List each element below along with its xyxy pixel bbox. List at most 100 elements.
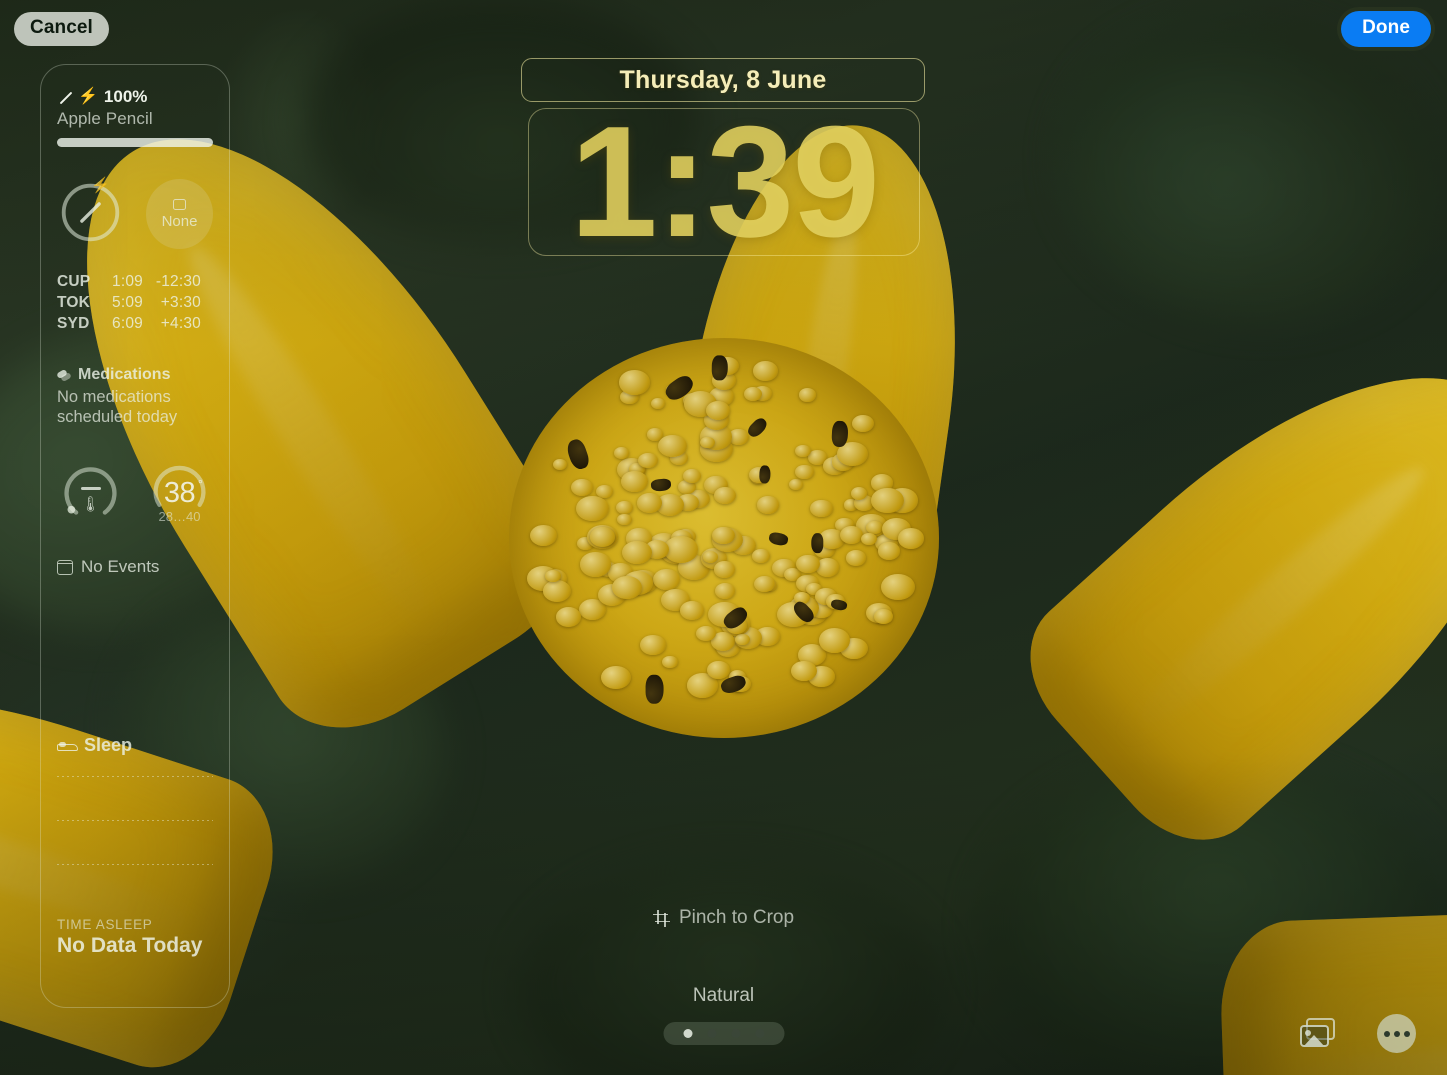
circle-widget-row: ⚡ None xyxy=(57,177,213,249)
flower-floret xyxy=(552,458,568,470)
world-clock-widget[interactable]: CUP 1:09 -12:30 TOK 5:09 +3:30 SYD 6:09 … xyxy=(57,271,213,334)
world-clock-row: TOK 5:09 +3:30 xyxy=(57,292,213,313)
flower-floret xyxy=(621,540,652,564)
temperature-gauge-widget[interactable]: 🌡 xyxy=(57,457,124,527)
blank-square-icon xyxy=(173,198,186,210)
flower-seed xyxy=(711,354,728,381)
clock-widget[interactable]: 1:39 xyxy=(528,103,920,261)
medications-title: Medications xyxy=(78,366,171,383)
widget-panel[interactable]: ⚡ 100% Apple Pencil ⚡ None CUP 1:09 -12:… xyxy=(40,64,230,1008)
flower-seed xyxy=(758,465,771,484)
flower-seed xyxy=(745,415,771,441)
flower-floret xyxy=(799,388,816,402)
flower-floret xyxy=(810,499,834,518)
flower-floret xyxy=(613,447,630,459)
none-widget[interactable]: None xyxy=(146,179,213,249)
city-offset: -12:30 xyxy=(155,273,201,290)
pills-icon xyxy=(57,370,72,381)
flower-floret xyxy=(616,500,634,515)
city-offset: +4:30 xyxy=(160,315,201,332)
flower-floret xyxy=(877,542,901,561)
city-offset: +3:30 xyxy=(160,294,201,311)
charging-bolt-icon: ⚡ xyxy=(91,177,110,194)
page-dot[interactable] xyxy=(683,1029,692,1038)
flower-floret xyxy=(705,401,731,421)
flower-floret xyxy=(881,573,915,600)
page-dot[interactable] xyxy=(731,1029,740,1038)
flower-floret xyxy=(788,478,804,490)
flower-seed xyxy=(645,674,664,705)
flower-floret xyxy=(873,609,893,625)
flower-floret xyxy=(861,532,878,546)
flower-floret xyxy=(658,434,688,458)
none-widget-label: None xyxy=(161,212,198,230)
medications-body: No medications scheduled today xyxy=(57,388,178,426)
sleep-title: Sleep xyxy=(84,735,133,755)
flower-floret xyxy=(756,496,780,514)
medications-widget[interactable]: Medications No medications scheduled tod… xyxy=(57,366,213,427)
flower-floret xyxy=(542,580,572,603)
flower-floret xyxy=(735,633,750,646)
city-time: 6:09 xyxy=(112,315,143,332)
flower-floret xyxy=(852,414,875,432)
sleep-gridline xyxy=(57,820,213,821)
flower-floret xyxy=(846,550,866,566)
flower-seed xyxy=(768,530,790,547)
style-page-dots[interactable] xyxy=(663,1022,784,1045)
flower-floret xyxy=(664,536,698,563)
gauge-widget-row: 🌡 38 ° 28…40 xyxy=(57,457,213,527)
pencil-icon xyxy=(57,90,72,105)
crop-icon xyxy=(652,909,670,927)
lock-screen-editor: Cancel Done Thursday, 8 June 1:39 ⚡ 100%… xyxy=(0,0,1447,1075)
wallpaper-style-name: Natural xyxy=(692,985,755,1006)
flower-floret xyxy=(791,661,817,682)
clock-time: 1:39 xyxy=(569,94,880,270)
flower-floret xyxy=(589,527,615,547)
flower-floret xyxy=(650,397,666,409)
calendar-widget[interactable]: No Events xyxy=(57,557,213,577)
calendar-label: No Events xyxy=(81,557,160,576)
page-dot[interactable] xyxy=(755,1029,764,1038)
sleep-gridline xyxy=(57,776,213,777)
battery-ring-widget[interactable]: ⚡ xyxy=(57,177,124,249)
flower-seed xyxy=(563,437,591,472)
thermometer-icon: 🌡 xyxy=(80,496,101,513)
more-options-button[interactable] xyxy=(1377,1014,1416,1053)
city-code: TOK xyxy=(57,294,91,311)
flower-floret xyxy=(679,600,705,620)
flower-floret xyxy=(850,487,868,501)
flower-seed xyxy=(810,533,824,554)
flower-floret xyxy=(638,452,659,469)
gauge-empty-value xyxy=(80,487,101,490)
flower-seed xyxy=(650,477,672,492)
done-button[interactable]: Done xyxy=(1341,11,1431,47)
apple-pencil-widget[interactable]: ⚡ 100% Apple Pencil xyxy=(57,87,213,147)
flower-floret xyxy=(794,464,814,480)
photo-stack-icon-front xyxy=(1300,1025,1329,1047)
flower-seed xyxy=(830,598,849,612)
calendar-icon xyxy=(57,559,73,575)
flower-floret xyxy=(612,576,643,600)
sleep-gridline xyxy=(57,864,213,865)
cancel-button[interactable]: Cancel xyxy=(14,12,109,46)
charging-bolt-icon: ⚡ xyxy=(78,88,98,105)
flower-floret xyxy=(529,524,558,547)
date-text: Thursday, 8 June xyxy=(619,65,827,94)
flower-floret xyxy=(620,471,648,493)
flower-petal xyxy=(998,296,1447,870)
aqi-gauge-widget[interactable]: 38 ° 28…40 xyxy=(146,457,213,527)
flower-floret xyxy=(753,361,778,381)
flower-floret xyxy=(707,661,730,680)
flower-floret xyxy=(700,436,715,449)
pinch-to-crop-label: Pinch to Crop xyxy=(678,907,795,928)
flower-floret xyxy=(617,514,632,526)
ellipsis-dot xyxy=(1393,1030,1400,1037)
flower-floret xyxy=(652,568,680,590)
page-dot[interactable] xyxy=(707,1029,716,1038)
sleep-stat-value: No Data Today xyxy=(57,934,203,957)
flower-floret xyxy=(695,625,717,642)
flower-floret xyxy=(819,628,851,653)
flower-floret xyxy=(571,479,594,497)
photo-picker-button[interactable] xyxy=(1300,1018,1340,1050)
flower-floret xyxy=(555,607,582,628)
